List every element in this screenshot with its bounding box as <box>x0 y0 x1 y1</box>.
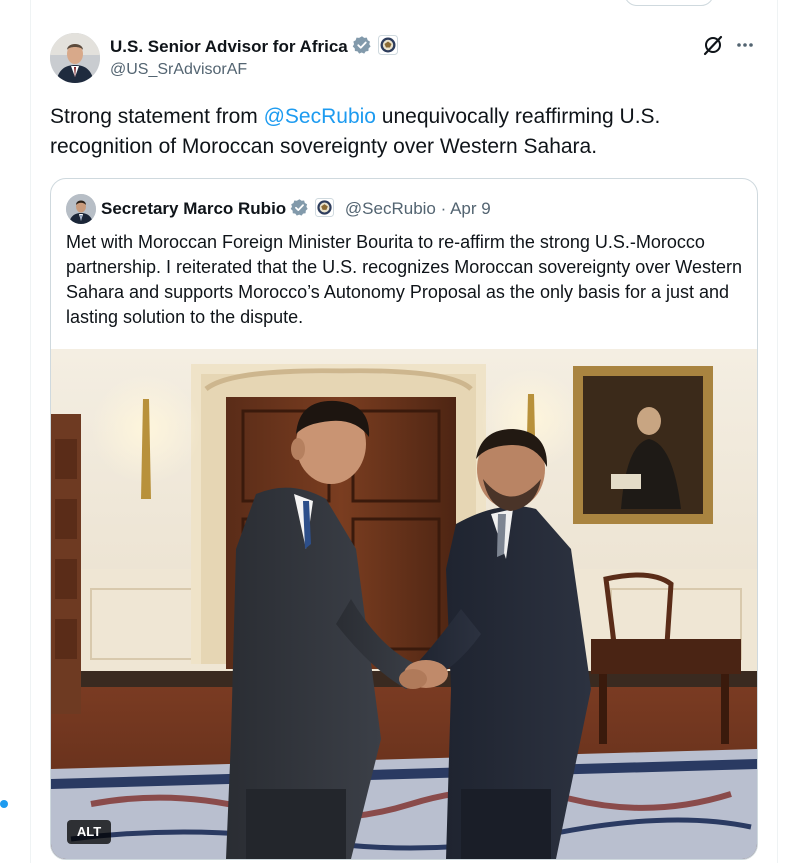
quote-text: Met with Moroccan Foreign Minister Bouri… <box>66 232 742 327</box>
author-name[interactable]: U.S. Senior Advisor for Africa <box>110 35 398 60</box>
grok-icon[interactable] <box>702 34 724 56</box>
separator-dot: · <box>440 199 447 218</box>
quote-author-name[interactable]: Secretary Marco Rubio <box>101 199 286 218</box>
verified-badge-icon <box>352 35 372 60</box>
government-seal-icon <box>377 35 398 60</box>
author-avatar[interactable] <box>50 33 100 83</box>
notification-dot <box>0 800 8 808</box>
quote-photo[interactable] <box>51 349 757 859</box>
quote-author-avatar[interactable] <box>66 194 96 224</box>
verified-badge-icon <box>290 198 309 222</box>
top-pill-button[interactable] <box>624 0 714 6</box>
tweet-text-part: Strong statement from <box>50 105 264 128</box>
author-handle[interactable]: @US_SrAdvisorAF <box>110 61 247 79</box>
mention-link[interactable]: @SecRubio <box>264 105 376 128</box>
quote-header: Secretary Marco Rubio @SecRubio · Apr 9 <box>101 198 491 222</box>
quote-date[interactable]: Apr 9 <box>450 199 491 218</box>
more-options-icon[interactable] <box>734 34 756 56</box>
author-name-text[interactable]: U.S. Senior Advisor for Africa <box>110 37 348 56</box>
quote-author-handle[interactable]: @SecRubio <box>345 199 436 218</box>
tweet-text: Strong statement from @SecRubio unequivo… <box>50 102 750 162</box>
quoted-tweet-card[interactable]: Secretary Marco Rubio @SecRubio · Apr 9 … <box>50 178 758 860</box>
government-seal-icon <box>315 198 335 222</box>
alt-text-badge[interactable]: ALT <box>67 820 111 844</box>
